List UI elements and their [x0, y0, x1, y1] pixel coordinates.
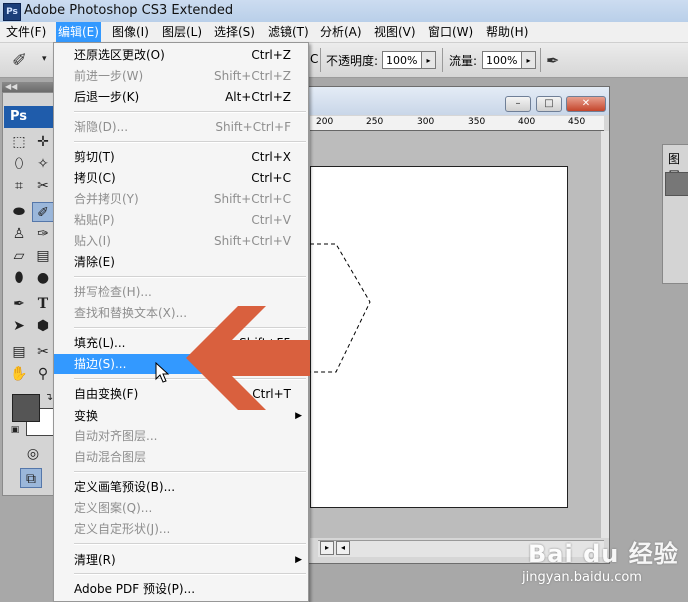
menu-item-clear[interactable]: 清除(E)	[54, 252, 308, 272]
eraser-icon[interactable]: ▱	[8, 246, 30, 266]
submenu-arrow-icon: ▶	[295, 555, 302, 565]
magic-wand-icon[interactable]: ✧	[32, 154, 54, 174]
menu-separator	[74, 471, 306, 473]
move-tool-icon[interactable]: ✛	[32, 132, 54, 152]
maximize-icon[interactable]: □	[536, 96, 562, 112]
menu-item-auto-align[interactable]: 自动对齐图层...	[54, 426, 308, 446]
annotation-arrow-icon	[186, 306, 310, 410]
window-title: Adobe Photoshop CS3 Extended	[24, 3, 234, 18]
menu-separator	[74, 141, 306, 143]
default-colors-icon[interactable]: ▣	[4, 420, 26, 440]
selection-marquee	[310, 243, 371, 373]
blur-tool-icon[interactable]: ⬮	[8, 268, 30, 288]
ruler-label: 350	[468, 117, 486, 127]
menu-item-step-forward[interactable]: 前进一步(W) Shift+Ctrl+Z	[54, 66, 308, 86]
foreground-color-swatch[interactable]	[12, 394, 40, 422]
lasso-tool-icon[interactable]: ⬯	[8, 154, 30, 174]
menu-item-cut[interactable]: 剪切(T) Ctrl+X	[54, 147, 308, 167]
flow-input[interactable]: 100%	[482, 51, 522, 69]
menu-item-auto-blend[interactable]: 自动混合图层	[54, 447, 308, 467]
screen-mode-icon[interactable]: ⧉	[20, 468, 42, 488]
menu-item-paste[interactable]: 粘贴(P) Ctrl+V	[54, 210, 308, 230]
eyedropper-tool-icon[interactable]: ✂	[32, 342, 54, 362]
document-titlebar[interactable]	[305, 87, 609, 115]
ruler-label: 450	[568, 117, 586, 127]
menu-item-purge[interactable]: 清理(R) ▶	[54, 550, 308, 570]
airbrush-icon[interactable]: ✒	[546, 51, 559, 70]
ruler-label: 250	[366, 117, 384, 127]
menu-select[interactable]: 选择(S)	[212, 22, 257, 42]
menu-analysis[interactable]: 分析(A)	[318, 22, 364, 42]
menu-separator	[74, 276, 306, 278]
type-tool-icon[interactable]: T	[32, 294, 54, 314]
menu-item-pdf-presets[interactable]: Adobe PDF 预设(P)...	[54, 579, 308, 599]
watermark-url: jingyan.baidu.com	[522, 570, 642, 585]
opacity-label: 不透明度:	[326, 54, 379, 68]
mode-suffix: C	[310, 52, 319, 66]
vertical-scrollbar[interactable]	[601, 131, 609, 538]
marquee-tool-icon[interactable]: ⬚	[8, 132, 30, 152]
layer-thumbnail[interactable]	[665, 172, 688, 196]
menu-item-step-backward[interactable]: 后退一步(K) Alt+Ctrl+Z	[54, 87, 308, 107]
path-select-icon[interactable]: ➤	[8, 316, 30, 336]
menu-item-define-shape[interactable]: 定义自定形状(J)...	[54, 519, 308, 539]
photoshop-app-icon: Ps	[3, 3, 21, 21]
flow-arrow-icon[interactable]: ▸	[522, 51, 536, 69]
zoom-tool-icon[interactable]: ⚲	[32, 364, 54, 384]
minimize-icon[interactable]: –	[505, 96, 531, 112]
shape-tool-icon[interactable]: ⬢	[32, 316, 54, 336]
flow-label: 流量:	[449, 54, 478, 68]
menu-item-copy-merged[interactable]: 合并拷贝(Y) Shift+Ctrl+C	[54, 189, 308, 209]
menu-file[interactable]: 文件(F)	[4, 22, 48, 42]
quick-mask-icon[interactable]: ◎	[22, 444, 44, 464]
clone-stamp-icon[interactable]: ♙	[8, 224, 30, 244]
menu-edit[interactable]: 编辑(E)	[56, 22, 101, 42]
eyedropper-icon[interactable]: ✂	[32, 176, 54, 196]
menu-separator	[74, 573, 306, 575]
tools-panel-header[interactable]: ◀◀	[2, 82, 56, 92]
opacity-input[interactable]: 100%	[382, 51, 422, 69]
healing-brush-icon[interactable]: ⬬	[8, 202, 30, 222]
mouse-cursor-icon	[155, 362, 170, 383]
options-divider	[540, 48, 541, 72]
notes-tool-icon[interactable]: ▤	[8, 342, 30, 362]
history-brush-icon[interactable]: ✑	[32, 224, 54, 244]
options-divider	[320, 48, 321, 72]
options-divider	[442, 48, 443, 72]
menu-view[interactable]: 视图(V)	[372, 22, 418, 42]
menubar: 文件(F) 编辑(E) 图像(I) 图层(L) 选择(S) 滤镜(T) 分析(A…	[0, 22, 688, 43]
chevron-down-icon[interactable]: ▾	[42, 54, 47, 64]
menu-image[interactable]: 图像(I)	[110, 22, 151, 42]
menu-item-paste-into[interactable]: 贴入(I) Shift+Ctrl+V	[54, 231, 308, 251]
menu-item-spell-check[interactable]: 拼写检查(H)...	[54, 282, 308, 302]
menu-layer[interactable]: 图层(L)	[160, 22, 204, 42]
ruler-label: 300	[417, 117, 435, 127]
tools-panel-logo: Ps	[4, 106, 54, 128]
crop-tool-icon[interactable]: ⌗	[8, 176, 30, 196]
hand-tool-icon[interactable]: ✋	[8, 364, 30, 384]
ruler-label: 200	[316, 117, 334, 127]
dodge-tool-icon[interactable]: ●	[32, 268, 54, 288]
menu-item-define-brush[interactable]: 定义画笔预设(B)...	[54, 477, 308, 497]
menu-item-copy[interactable]: 拷贝(C) Ctrl+C	[54, 168, 308, 188]
gradient-icon[interactable]: ▤	[32, 246, 54, 266]
menu-item-fade[interactable]: 渐隐(D)... Shift+Ctrl+F	[54, 117, 308, 137]
menu-help[interactable]: 帮助(H)	[484, 22, 530, 42]
scroll-right-icon[interactable]: ▸	[320, 541, 334, 555]
menu-item-undo[interactable]: 还原选区更改(O) Ctrl+Z	[54, 45, 308, 65]
baidu-watermark: Bai du 经验	[528, 540, 679, 568]
ruler-label: 400	[518, 117, 536, 127]
menu-separator	[74, 111, 306, 113]
scroll-left-icon[interactable]: ◂	[336, 541, 350, 555]
brush-tool-icon[interactable]: ✐	[32, 202, 54, 222]
brush-icon[interactable]: ✐	[12, 50, 27, 71]
opacity-arrow-icon[interactable]: ▸	[422, 51, 436, 69]
pen-tool-icon[interactable]: ✒	[8, 294, 30, 314]
horizontal-ruler	[310, 116, 604, 131]
menu-window[interactable]: 窗口(W)	[426, 22, 475, 42]
menu-filter[interactable]: 滤镜(T)	[266, 22, 311, 42]
close-icon[interactable]: ✕	[566, 96, 606, 112]
menu-item-define-pattern[interactable]: 定义图案(Q)...	[54, 498, 308, 518]
menu-separator	[74, 543, 306, 545]
